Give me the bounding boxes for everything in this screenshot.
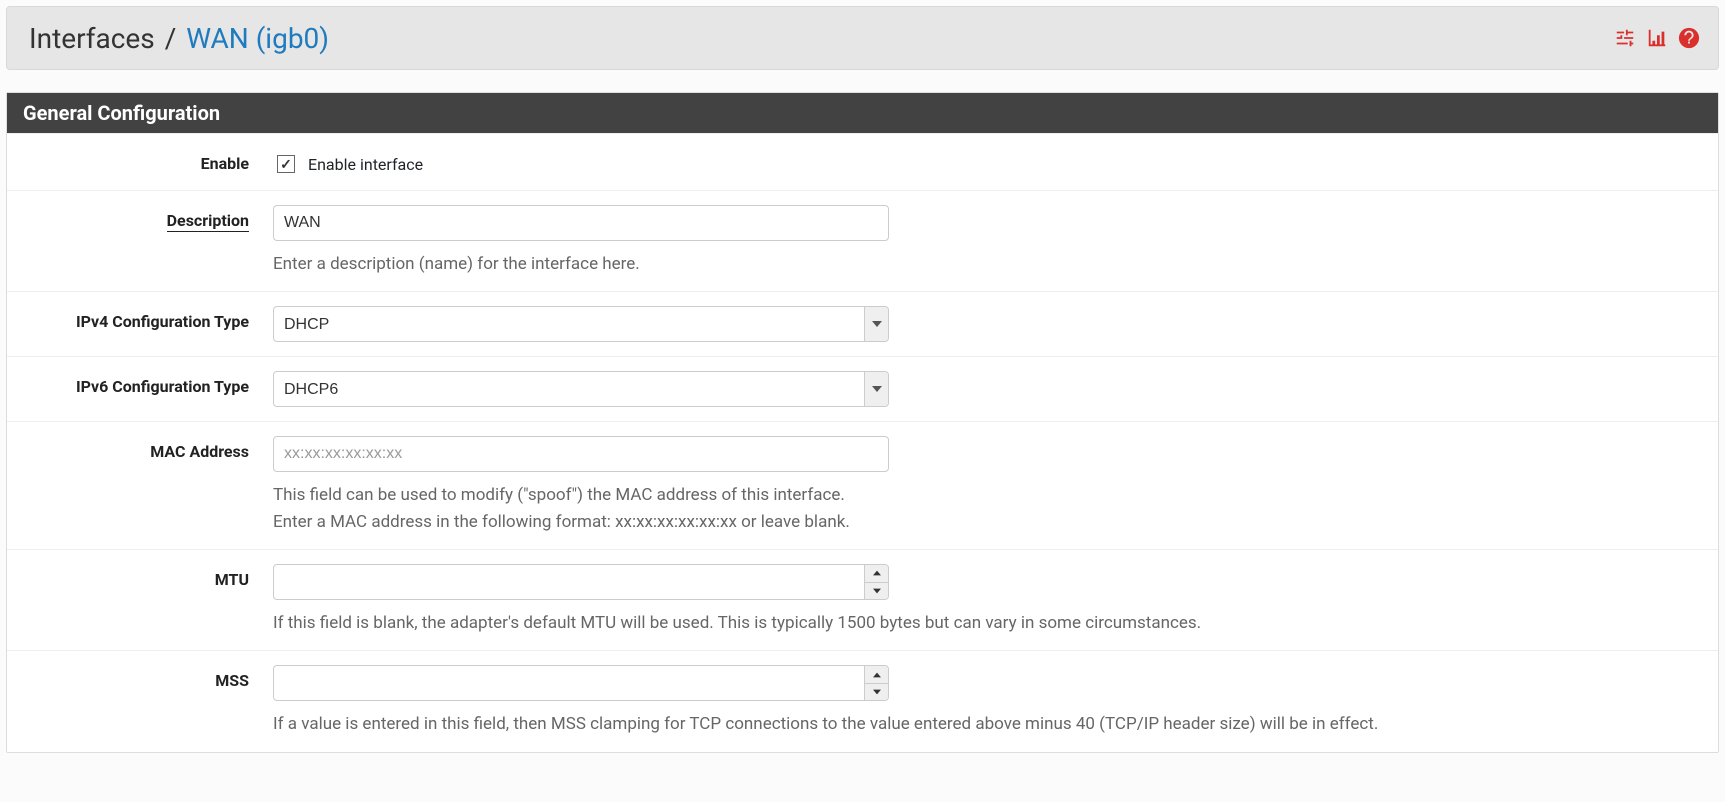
label-mac-address: MAC Address	[7, 436, 273, 461]
label-enable: Enable	[7, 148, 273, 173]
help-mss: If a value is entered in this field, the…	[273, 711, 1700, 737]
ipv6-type-select[interactable]: DHCP6	[273, 371, 889, 407]
mac-address-input[interactable]	[273, 436, 889, 472]
label-mss: MSS	[7, 665, 273, 690]
label-ipv4-type: IPv4 Configuration Type	[7, 306, 273, 331]
enable-checkbox[interactable]	[277, 155, 295, 173]
mtu-stepper	[864, 565, 888, 599]
breadcrumb-root[interactable]: Interfaces	[29, 22, 155, 55]
mss-stepper	[864, 666, 888, 700]
row-mac-address: MAC Address This field can be used to mo…	[7, 421, 1718, 549]
panel-title: General Configuration	[7, 93, 1718, 133]
label-mtu: MTU	[7, 564, 273, 589]
help-description: Enter a description (name) for the inter…	[273, 251, 1700, 277]
panel-general-configuration: General Configuration Enable Enable inte…	[6, 92, 1719, 753]
mtu-step-up[interactable]	[865, 565, 888, 582]
ipv4-type-select[interactable]: DHCP	[273, 306, 889, 342]
page-header: Interfaces / WAN (igb0)	[6, 6, 1719, 70]
row-mss: MSS If a value is entered in this field,…	[7, 650, 1718, 751]
help-icon[interactable]	[1678, 27, 1700, 49]
row-description: Description Enter a description (name) f…	[7, 190, 1718, 291]
enable-checkbox-label: Enable interface	[308, 155, 423, 174]
label-ipv6-type: IPv6 Configuration Type	[7, 371, 273, 396]
row-enable: Enable Enable interface	[7, 133, 1718, 190]
mss-input[interactable]	[273, 665, 889, 701]
row-ipv4-type: IPv4 Configuration Type DHCP	[7, 291, 1718, 356]
mtu-input[interactable]	[273, 564, 889, 600]
help-mtu: If this field is blank, the adapter's de…	[273, 610, 1700, 636]
mss-step-up[interactable]	[865, 666, 888, 683]
bar-chart-icon[interactable]	[1646, 27, 1668, 49]
description-input[interactable]	[273, 205, 889, 241]
help-mac-address: This field can be used to modify ("spoof…	[273, 482, 1700, 535]
header-actions	[1614, 27, 1700, 49]
breadcrumb: Interfaces / WAN (igb0)	[29, 22, 329, 55]
breadcrumb-leaf[interactable]: WAN (igb0)	[186, 22, 329, 55]
sliders-icon[interactable]	[1614, 27, 1636, 49]
enable-checkbox-wrap[interactable]: Enable interface	[273, 148, 1700, 176]
breadcrumb-separator: /	[165, 22, 177, 55]
row-ipv6-type: IPv6 Configuration Type DHCP6	[7, 356, 1718, 421]
mtu-step-down[interactable]	[865, 582, 888, 600]
label-description: Description	[7, 205, 273, 230]
row-mtu: MTU If this field is blank, the adapter'…	[7, 549, 1718, 650]
mss-step-down[interactable]	[865, 683, 888, 701]
